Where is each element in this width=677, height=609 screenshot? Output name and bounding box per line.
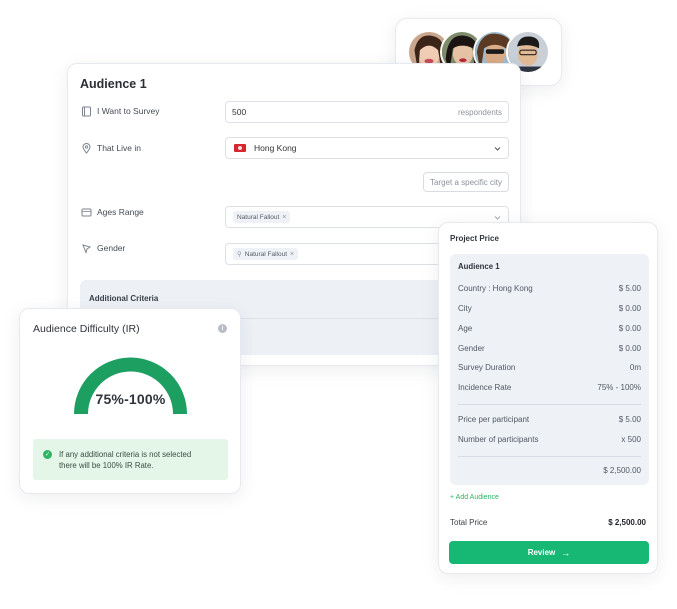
price-row-value: 0m: [629, 363, 641, 372]
breakdown-title: Audience 1: [458, 262, 500, 271]
price-row-value: $ 5.00: [618, 284, 641, 293]
gender-chip-label: Natural Fallout: [244, 250, 288, 258]
calendar-icon: [80, 206, 92, 218]
chevron-down-icon: [494, 215, 501, 220]
total-label: Total Price: [450, 518, 488, 527]
arrow-right-icon: →: [561, 547, 571, 558]
price-title: Project Price: [450, 234, 499, 243]
price-row: Survey Duration 0m: [458, 363, 641, 372]
price-row-label: Age: [458, 324, 473, 333]
price-row-value: $ 0.00: [618, 344, 641, 353]
price-row: Age $ 0.00: [458, 324, 641, 333]
audience-title: Audience 1: [80, 77, 147, 91]
price-row-value: $ 5.00: [618, 415, 641, 424]
difficulty-gauge: [74, 357, 187, 415]
gender-chip-icon: ⚲: [237, 251, 242, 258]
hong-kong-flag-icon: [234, 144, 246, 152]
respondents-suffix: respondents: [457, 107, 502, 117]
price-row-value: 75% - 100%: [597, 383, 641, 392]
price-row-label: Survey Duration: [458, 363, 516, 372]
divider: [458, 456, 641, 457]
add-audience-link[interactable]: + Add Audience: [450, 494, 499, 501]
remove-chip-icon[interactable]: ×: [290, 251, 294, 258]
info-icon[interactable]: i: [218, 324, 227, 333]
price-row-label: Gender: [458, 344, 485, 353]
ages-chip[interactable]: Natural Fallout ×: [233, 211, 291, 223]
review-label: Review: [527, 548, 556, 557]
survey-label: I Want to Survey: [97, 106, 160, 116]
location-pin-icon: [80, 142, 92, 154]
ir-note-line: If any additional criteria is not select…: [59, 450, 192, 459]
country-select[interactable]: Hong Kong: [225, 137, 509, 159]
price-row: Country : Hong Kong $ 5.00: [458, 284, 641, 293]
price-per-participant-row: Price per participant $ 5.00: [458, 415, 641, 424]
survey-row-label: I Want to Survey: [80, 105, 160, 117]
review-button[interactable]: Review →: [449, 541, 649, 564]
live-label: That Live in: [97, 143, 141, 153]
ages-chip-label: Natural Fallout: [237, 213, 280, 221]
respondents-value: 500: [232, 107, 247, 117]
gender-chip[interactable]: ⚲ Natural Fallout ×: [233, 248, 299, 260]
price-row-label: Number of participants: [458, 435, 539, 444]
ir-note-line: there will be 100% IR Rate.: [59, 461, 154, 470]
audience-difficulty-card: Audience Difficulty (IR) i 75%-100% ✓ If…: [19, 308, 241, 494]
remove-chip-icon[interactable]: ×: [282, 214, 286, 221]
project-price-card: Project Price Audience 1 Country : Hong …: [438, 222, 658, 574]
ir-rate-note: ✓ If any additional criteria is not sele…: [33, 439, 228, 480]
number-of-participants-row: Number of participants x 500: [458, 435, 641, 444]
difficulty-title: Audience Difficulty (IR): [33, 323, 140, 335]
price-row-value: $ 0.00: [618, 324, 641, 333]
price-row-value: x 500: [621, 435, 641, 444]
check-circle-icon: ✓: [43, 450, 52, 459]
ages-label: Ages Range: [97, 207, 144, 217]
total-price-row: Total Price $ 2,500.00: [450, 518, 646, 527]
gauge-value: 75%-100%: [95, 391, 166, 407]
total-value: $ 2,500.00: [608, 518, 646, 527]
price-row-label: Country : Hong Kong: [458, 284, 533, 293]
price-row-label: Incidence Rate: [458, 383, 512, 392]
country-value: Hong Kong: [254, 143, 297, 153]
live-row-label: That Live in: [80, 142, 141, 154]
gender-label: Gender: [97, 243, 126, 253]
subtotal-row: $ 2,500.00: [458, 466, 641, 475]
ir-note-text: If any additional criteria is not select…: [59, 449, 191, 480]
price-row: Incidence Rate 75% - 100%: [458, 383, 641, 392]
audience-price-breakdown: Audience 1 Country : Hong Kong $ 5.00 Ci…: [450, 254, 649, 485]
book-icon: [80, 105, 92, 117]
ages-row-label: Ages Range: [80, 206, 144, 218]
subtotal-value: $ 2,500.00: [603, 466, 641, 475]
price-row: City $ 0.00: [458, 304, 641, 313]
additional-criteria-label: Additional Criteria: [89, 294, 159, 303]
price-row: Gender $ 0.00: [458, 344, 641, 353]
price-row-value: $ 0.00: [618, 304, 641, 313]
gender-row-label: Gender: [80, 242, 125, 254]
gender-icon: [80, 242, 92, 254]
divider: [458, 404, 641, 405]
target-city-button[interactable]: Target a specific city: [423, 172, 509, 192]
price-row-label: Price per participant: [458, 415, 530, 424]
chevron-down-icon: [494, 146, 501, 151]
respondents-input[interactable]: 500 respondents: [225, 101, 509, 123]
price-row-label: City: [458, 304, 472, 313]
